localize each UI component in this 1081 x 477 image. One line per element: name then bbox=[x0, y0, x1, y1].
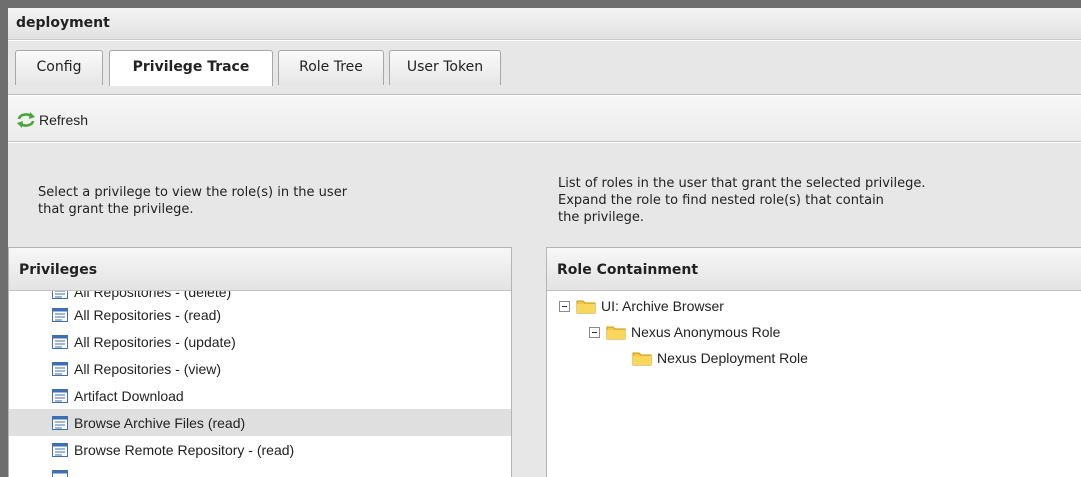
privilege-icon bbox=[52, 361, 68, 376]
description-line: Expand the role to find nested role(s) t… bbox=[558, 193, 884, 208]
list-item[interactable] bbox=[9, 463, 511, 477]
tab-strip: Config Privilege Trace Role Tree User To… bbox=[8, 41, 1081, 95]
refresh-icon bbox=[17, 112, 35, 128]
privilege-icon bbox=[52, 442, 68, 457]
window-frame: deployment Config Privilege Trace Role T… bbox=[0, 0, 1081, 477]
role-containment-panel: Role Containment UI: Archive Browser Nex… bbox=[546, 247, 1081, 477]
privilege-label: All Repositories - (read) bbox=[74, 306, 222, 323]
tree-node-label: UI: Archive Browser bbox=[601, 298, 724, 314]
tree-node[interactable]: Nexus Deployment Role bbox=[632, 345, 808, 371]
privilege-label: All Repositories - (view) bbox=[74, 360, 222, 377]
privilege-label: All Repositories - (update) bbox=[74, 333, 236, 350]
refresh-button[interactable]: Refresh bbox=[16, 110, 88, 130]
role-containment-tree: UI: Archive Browser Nexus Anonymous Role… bbox=[547, 291, 1081, 477]
tab-config[interactable]: Config bbox=[15, 50, 103, 85]
tree-node[interactable]: UI: Archive Browser bbox=[559, 293, 724, 319]
tree-node[interactable]: Nexus Anonymous Role bbox=[589, 319, 780, 345]
privilege-label: Artifact Download bbox=[74, 387, 184, 404]
privilege-icon bbox=[52, 291, 68, 299]
list-item[interactable]: Artifact Download bbox=[9, 382, 511, 409]
privileges-panel: Privileges All Repositories - (delete) A… bbox=[8, 247, 512, 477]
tree-node-label: Nexus Anonymous Role bbox=[631, 324, 781, 340]
privileges-header: Privileges bbox=[9, 248, 511, 291]
privilege-icon bbox=[52, 415, 68, 430]
role-containment-header: Role Containment bbox=[547, 248, 1081, 291]
description-line: that grant the privilege. bbox=[38, 202, 194, 217]
folder-icon bbox=[632, 352, 652, 366]
description-line: List of roles in the user that grant the… bbox=[558, 176, 926, 191]
privilege-trace-panel: Select a privilege to view the role(s) i… bbox=[8, 143, 1081, 477]
privilege-icon bbox=[52, 307, 68, 322]
role-containment-description: List of roles in the user that grant the… bbox=[558, 175, 1058, 226]
privilege-icon bbox=[52, 334, 68, 349]
description-line: Select a privilege to view the role(s) i… bbox=[38, 185, 348, 200]
role-containment-header-label: Role Containment bbox=[557, 262, 699, 278]
tab-user-token[interactable]: User Token bbox=[389, 50, 501, 85]
privilege-label: Browse Archive Files (read) bbox=[74, 414, 246, 431]
description-line: the privilege. bbox=[558, 210, 644, 225]
window-title-bar: deployment bbox=[8, 8, 1081, 40]
window-title: deployment bbox=[16, 15, 110, 31]
folder-icon bbox=[606, 326, 626, 340]
list-item-selected[interactable]: Browse Archive Files (read) bbox=[9, 409, 511, 436]
tree-node-label: Nexus Deployment Role bbox=[657, 350, 808, 366]
privileges-header-label: Privileges bbox=[19, 262, 98, 278]
tab-role-tree[interactable]: Role Tree bbox=[278, 50, 384, 85]
list-item[interactable]: All Repositories - (read) bbox=[9, 301, 511, 328]
list-item[interactable]: Browse Remote Repository - (read) bbox=[9, 436, 511, 463]
tab-privilege-trace[interactable]: Privilege Trace bbox=[109, 50, 273, 86]
collapse-toggle-icon[interactable] bbox=[589, 326, 600, 338]
list-item[interactable]: All Repositories - (update) bbox=[9, 328, 511, 355]
toolbar: Refresh bbox=[8, 96, 1081, 142]
privilege-icon bbox=[52, 469, 68, 477]
privileges-description: Select a privilege to view the role(s) i… bbox=[38, 184, 458, 218]
refresh-label: Refresh bbox=[39, 112, 89, 128]
privilege-label: Browse Remote Repository - (read) bbox=[74, 441, 295, 458]
privilege-label: All Repositories - (delete) bbox=[74, 291, 232, 300]
folder-icon bbox=[576, 300, 596, 314]
privileges-list[interactable]: All Repositories - (delete) All Reposito… bbox=[9, 291, 511, 477]
privilege-icon bbox=[52, 388, 68, 403]
collapse-toggle-icon[interactable] bbox=[559, 300, 570, 312]
list-item[interactable]: All Repositories - (view) bbox=[9, 355, 511, 382]
